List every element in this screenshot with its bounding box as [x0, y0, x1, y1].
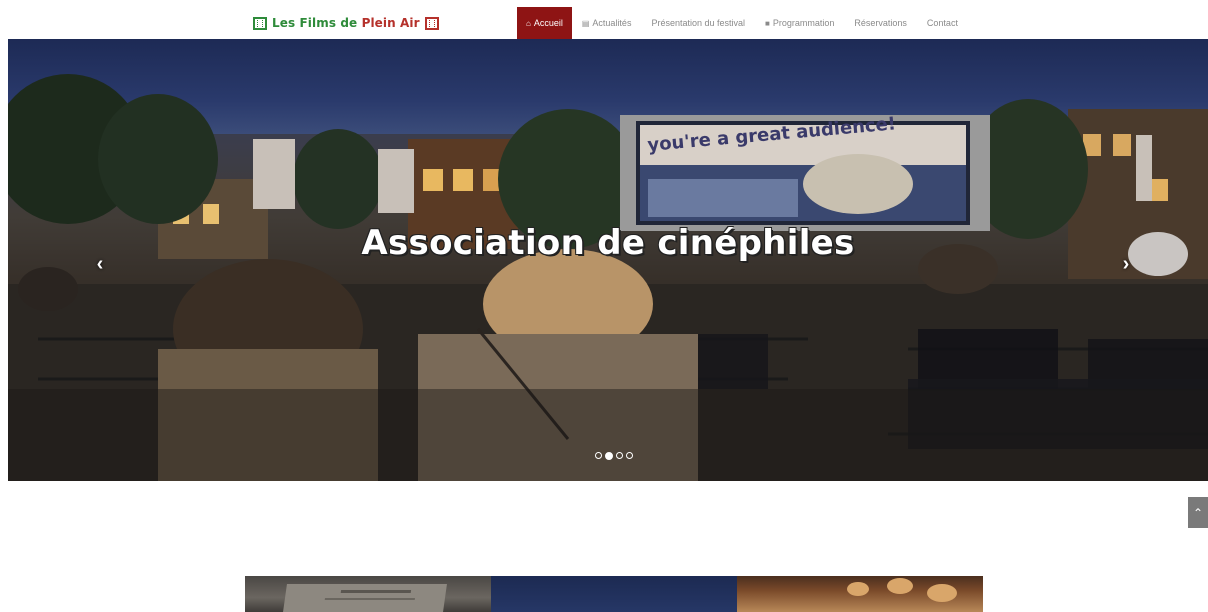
site-header: Les Films de Plein Air ⌂ Accueil ▤ Actuali…	[0, 0, 1208, 39]
thumbnail-strip	[245, 576, 983, 612]
site-brand[interactable]: Les Films de Plein Air	[253, 14, 439, 32]
brand-title-part2: Plein Air	[361, 16, 420, 30]
nav-item-label: Actualités	[592, 18, 632, 28]
carousel-indicator[interactable]	[626, 452, 633, 459]
nav-item-programmation[interactable]: ■ Programmation	[755, 7, 844, 39]
film-icon	[424, 16, 439, 30]
carousel-caption: Association de cinéphiles	[361, 223, 855, 263]
newspaper-icon: ▤	[581, 18, 590, 28]
nav-item-label: Accueil	[533, 18, 563, 28]
carousel-indicators	[595, 451, 633, 460]
back-to-top-button[interactable]: ⌃	[1188, 497, 1208, 528]
chevron-left-icon: ‹	[96, 252, 104, 275]
carousel-prev-button[interactable]: ‹	[90, 251, 110, 277]
thumbnail-night-sky[interactable]	[491, 576, 737, 612]
home-icon: ⌂	[526, 18, 531, 28]
carousel-indicator-active[interactable]	[605, 451, 613, 460]
nav-item-reservations[interactable]: Réservations	[844, 7, 917, 39]
carousel-indicator[interactable]	[616, 452, 623, 459]
video-camera-icon: ■	[765, 18, 770, 28]
nav-item-label: Réservations	[854, 18, 907, 28]
nav-item-label: Présentation du festival	[651, 18, 746, 28]
newspaper-image	[283, 584, 447, 612]
carousel-indicator[interactable]	[595, 452, 602, 459]
thumbnail-newspaper[interactable]	[245, 576, 491, 612]
popcorn-image	[927, 584, 957, 602]
brand-title: Les Films de Plein Air	[272, 16, 420, 30]
carousel-next-button[interactable]: ›	[1116, 251, 1136, 277]
brand-title-part1: Les Films de	[272, 16, 362, 30]
nav-item-contact[interactable]: Contact	[917, 7, 968, 39]
film-icon	[253, 16, 267, 30]
nav-item-accueil[interactable]: ⌂ Accueil	[517, 7, 572, 39]
popcorn-image	[887, 578, 913, 594]
nav-item-presentation[interactable]: Présentation du festival	[641, 7, 755, 39]
chevron-right-icon: ›	[1122, 252, 1130, 275]
main-nav: ⌂ Accueil ▤ Actualités Présentation du fes…	[517, 7, 968, 39]
hero-carousel: you're a great audience! Association de …	[8, 39, 1208, 481]
nav-item-actualites[interactable]: ▤ Actualités	[572, 7, 642, 39]
popcorn-image	[847, 582, 869, 596]
nav-item-label: Contact	[926, 18, 958, 28]
chevron-up-icon: ⌃	[1192, 505, 1204, 520]
thumbnail-popcorn[interactable]	[737, 576, 983, 612]
nav-item-label: Programmation	[772, 18, 835, 28]
